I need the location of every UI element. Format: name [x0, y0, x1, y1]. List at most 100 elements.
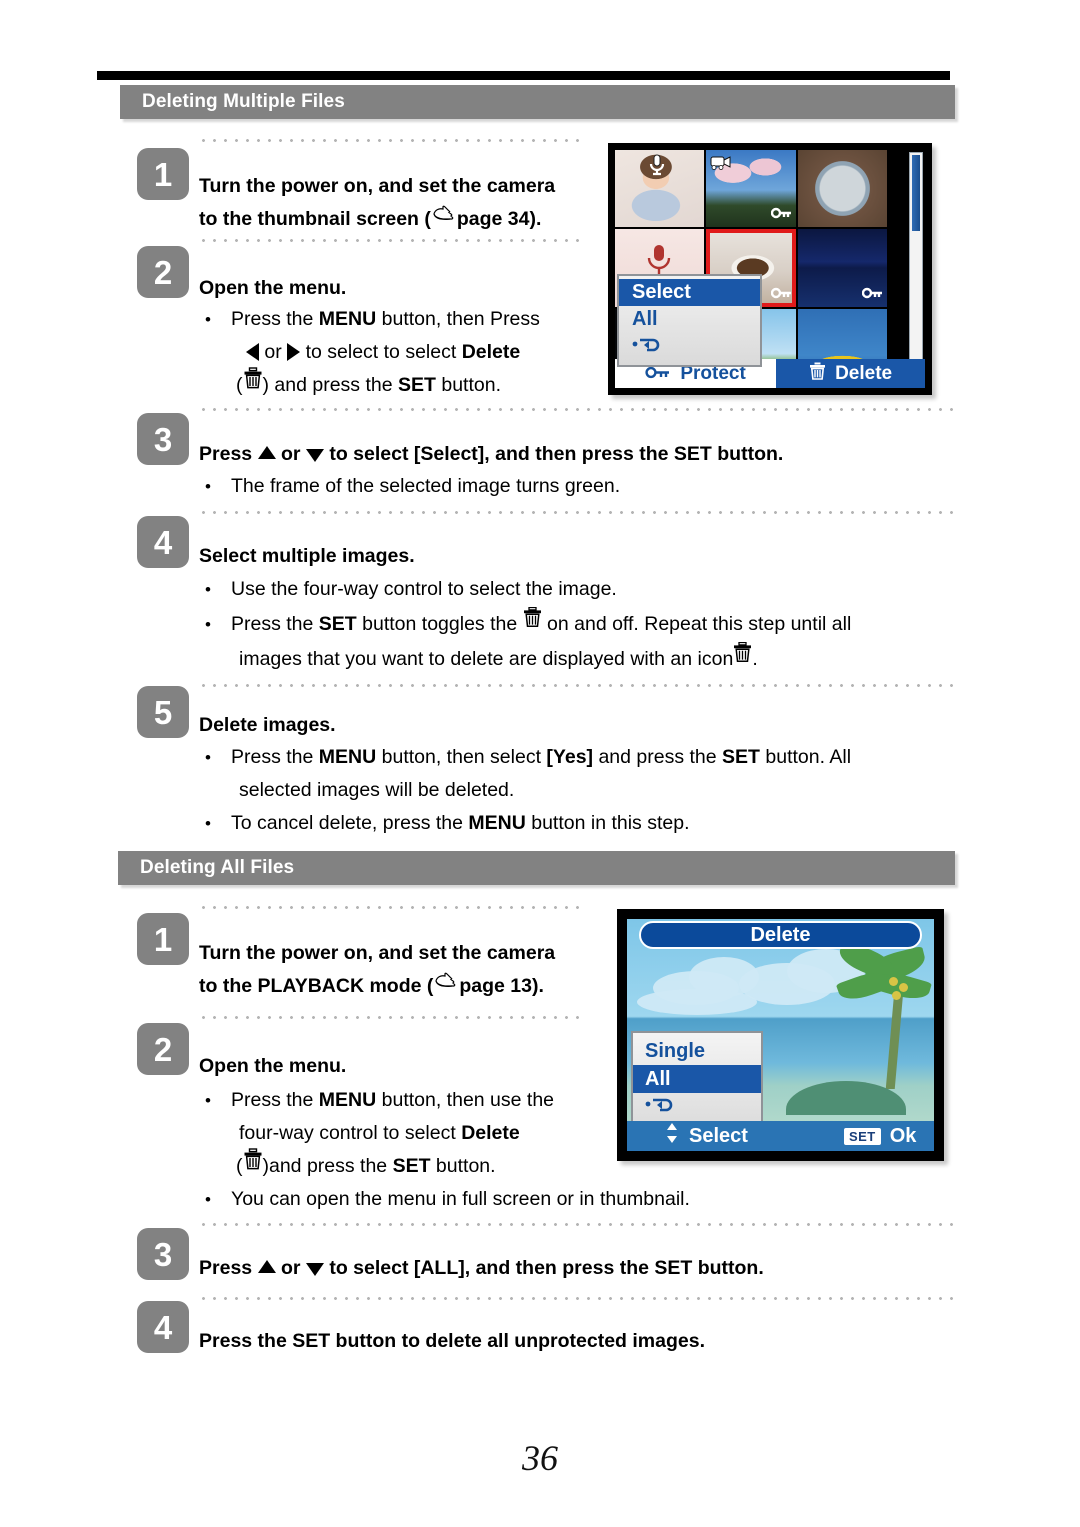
bullet-text-b: button toggles the — [356, 613, 523, 635]
menu-item-single[interactable]: Single — [633, 1037, 761, 1065]
step-1-1-heading-line2-post: page 34). — [456, 208, 542, 230]
menu-item-back[interactable] — [633, 1093, 761, 1121]
menu-keyword: MENU — [318, 746, 377, 768]
step-1-5-heading: Delete images. — [199, 714, 336, 736]
right-arrow-icon — [287, 342, 301, 361]
step-1-5-bullet-1-line2: selected images will be deleted. — [239, 779, 515, 801]
step-2-1-heading-line1: Turn the power on, and set the camera — [199, 942, 556, 964]
coconut — [899, 983, 908, 992]
section-header-deleting-all-files: Deleting All Files — [118, 851, 955, 885]
delete-action[interactable]: Delete — [776, 359, 925, 388]
heading-text-a: Press — [199, 1257, 258, 1279]
bullet-text: Use the four-way control to select the i… — [231, 578, 617, 600]
bullet-text-b: button, then use the — [376, 1089, 555, 1111]
step-1-4-bullet-1: • Use the four-way control to select the… — [205, 573, 905, 606]
menu-item-select[interactable]: Select — [619, 279, 760, 306]
coconut — [889, 977, 898, 986]
thumbnail-baby-photo[interactable] — [615, 150, 705, 228]
delete-keyword: Delete — [461, 341, 521, 363]
bullet-text-d: button. All — [759, 746, 852, 768]
thumbnail-cherry-blossom-photo[interactable] — [706, 150, 796, 228]
step-1-1-heading-line2-pre: to the thumbnail screen ( — [199, 208, 431, 230]
step-1-5-bullet-1: • Press the MENU button, then select [Ye… — [205, 741, 965, 774]
bullet-text-b: button in this step. — [525, 812, 690, 834]
bullet-text: You can open the menu in full screen or … — [231, 1188, 690, 1210]
key-protect-icon — [861, 286, 884, 304]
ok-label: Ok — [889, 1124, 917, 1147]
step-1-1-heading-line2: to the thumbnail screen ( page 34). — [199, 203, 619, 236]
bullet-text-a: Press the — [231, 308, 319, 330]
bullet-marker: • — [205, 580, 211, 599]
step-badge-1-4: 4 — [137, 516, 189, 568]
step-separator — [198, 408, 953, 411]
set-keyword: SET — [722, 746, 760, 768]
scrollbar-thumb[interactable] — [912, 155, 920, 231]
step-1-4-heading: Select multiple images. — [199, 545, 415, 567]
yes-keyword: [Yes] — [546, 746, 594, 768]
thumbnail-city-night-photo[interactable] — [797, 229, 887, 307]
step-badge-2-2: 2 — [137, 1023, 189, 1075]
set-button-chip: SET — [843, 1127, 881, 1145]
bullet-text-c: and press the — [593, 746, 723, 768]
ok-action[interactable]: SET Ok — [748, 1125, 916, 1148]
heading-text-b: or — [275, 1257, 306, 1279]
bullet-text-line2-a: images that you want to delete are displ… — [239, 648, 734, 670]
heading-text-a: Press — [199, 443, 258, 465]
step-2-2-bullet-1-line3: ()and press the SET button. — [236, 1148, 636, 1183]
up-down-arrows-icon — [665, 1122, 679, 1150]
coconut — [892, 991, 901, 1000]
thumbnail-popup-menu: Select All — [617, 274, 762, 367]
bullet-text: The frame of the selected image turns gr… — [231, 475, 621, 497]
manual-page: Deleting Multiple Files 1 Turn the power… — [0, 0, 1080, 1527]
step-2-4-heading: Press the SET button to delete all unpro… — [199, 1330, 706, 1352]
top-black-rule — [97, 71, 950, 80]
step-separator — [198, 1016, 583, 1019]
left-arrow-icon — [246, 342, 259, 361]
bullet-text-b: button. — [435, 374, 501, 396]
lcd-scrollbar[interactable] — [909, 152, 923, 384]
step-separator — [198, 1297, 953, 1300]
key-protect-icon — [770, 206, 793, 224]
step-1-2-bullet-1: • Press the MENU button, then Press — [205, 303, 605, 336]
step-badge-2-4: 4 — [137, 1301, 189, 1353]
set-keyword: SET — [318, 613, 357, 635]
select-action[interactable]: Select — [627, 1122, 748, 1150]
step-1-1-heading-line1: Turn the power on, and set the camera — [199, 175, 556, 197]
step-2-1-heading-line2: to the PLAYBACK mode (page 13). — [199, 970, 629, 1003]
bullet-marker: • — [205, 814, 211, 833]
bullet-marker: • — [205, 615, 211, 634]
bullet-marker: • — [205, 1091, 211, 1110]
step-1-5-bullet-2: • To cancel delete, press the MENU butto… — [205, 807, 965, 840]
thumbnail-two-girls-portrait-photo[interactable] — [797, 150, 887, 228]
bullet-text-a: To cancel delete, press the — [231, 812, 469, 834]
bullet-text-a: Press the — [231, 613, 319, 635]
step-2-2-bullet-1: • Press the MENU button, then use the — [205, 1084, 615, 1117]
delete-keyword: Delete — [461, 1122, 520, 1144]
step-2-2-bullet-1-line2: four-way control to select Delete — [239, 1117, 639, 1150]
step-1-3-bullet-1: • The frame of the selected image turns … — [205, 470, 905, 503]
step-badge-1-3: 3 — [137, 413, 189, 465]
delete-menu: Single All — [631, 1031, 763, 1129]
bullet-text-line2-a: four-way control to select — [239, 1122, 462, 1144]
menu-item-all[interactable]: All — [619, 306, 760, 333]
step-separator — [198, 684, 953, 687]
lcd-bottom-bar: Select SET Ok — [627, 1121, 934, 1151]
step-1-4-bullet-2: • Press the SET button toggles the on an… — [205, 606, 965, 641]
menu-item-back[interactable] — [619, 333, 760, 360]
select-label: Select — [689, 1124, 748, 1147]
step-1-4-bullet-2-line2: images that you want to delete are displ… — [239, 642, 979, 676]
down-arrow-icon — [305, 449, 324, 463]
step-badge-1-1: 1 — [137, 148, 189, 200]
step-badge-1-5: 5 — [137, 686, 189, 738]
up-arrow-icon — [257, 1260, 276, 1274]
pointing-hand-icon — [431, 200, 457, 233]
step-separator — [198, 511, 953, 514]
menu-item-all[interactable]: All — [633, 1065, 761, 1093]
bullet-text-a: Press the — [231, 746, 319, 768]
step-2-3-heading: Press or to select [ALL], and then press… — [199, 1252, 959, 1285]
step-1-2-bullet-2: or to select to select Delete — [246, 336, 666, 369]
section-header-deleting-multiple-files: Deleting Multiple Files — [120, 85, 955, 119]
menu-keyword: MENU — [318, 1089, 377, 1111]
camera-lcd-thumbnail-screen: Select All Protect Delete — [608, 143, 932, 395]
trash-icon — [523, 606, 542, 639]
